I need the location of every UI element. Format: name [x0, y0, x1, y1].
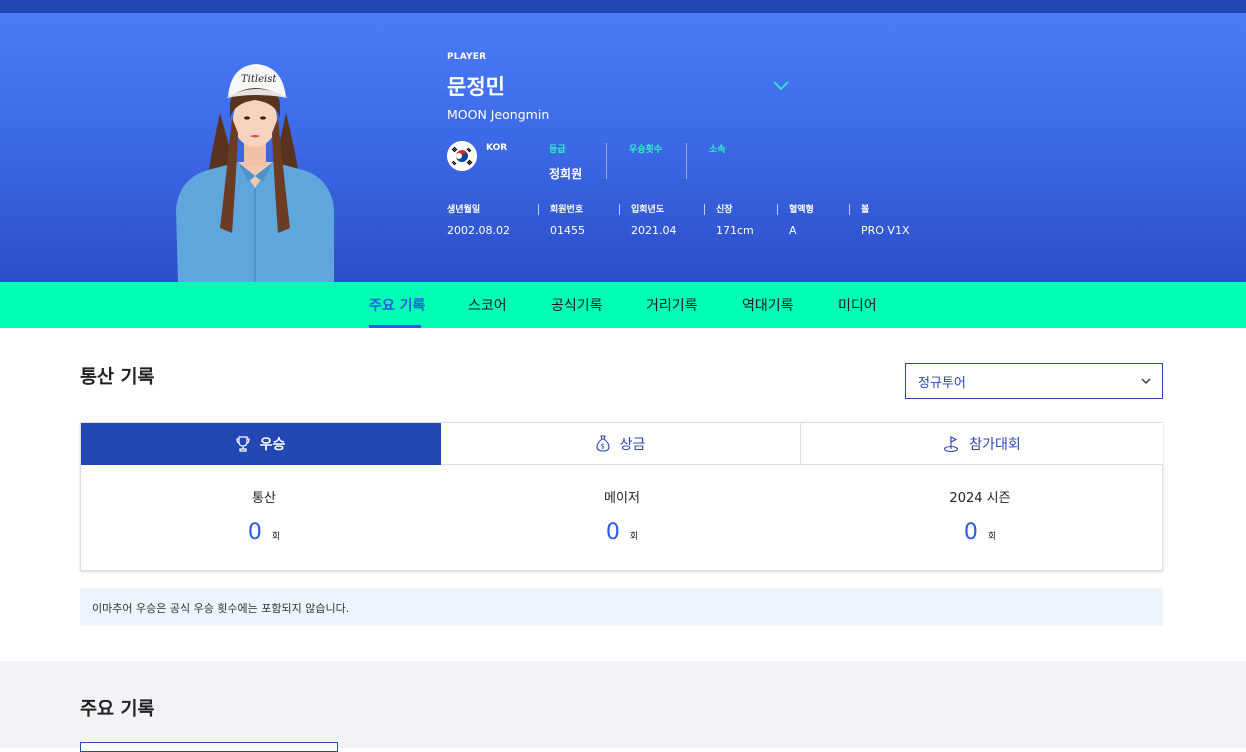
grade-label: 등급 [549, 145, 566, 155]
stat-label: 회원번호 [550, 205, 584, 215]
stat-value: A [789, 224, 797, 237]
divider [777, 204, 778, 215]
korea-flag-icon [447, 141, 477, 171]
trophy-icon [236, 435, 250, 452]
tour-select-value: 정규투어 [918, 376, 966, 391]
svg-text:$: $ [600, 443, 604, 451]
stat-label: 볼 [861, 205, 870, 215]
metric-label: 메이저 [604, 491, 640, 506]
grade-info: 등급 정회원 [549, 142, 583, 181]
chevron-down-icon[interactable] [771, 79, 791, 93]
main-records-section: 주요 기록 [0, 661, 1246, 748]
stat-value: 2021.04 [631, 224, 677, 237]
golf-flag-icon [944, 436, 959, 452]
stat-value: 01455 [550, 224, 585, 237]
stat-value: 171cm [716, 224, 754, 237]
player-hero: Titleist PLAYER 문정민 MOON Jeongmin KOR 등급… [0, 13, 1246, 282]
card-tab-label: 우승 [259, 436, 286, 453]
metric-unit: 회 [271, 532, 281, 542]
nation-code: KOR [486, 143, 508, 153]
card-tab-tournaments[interactable]: 참가대회 [801, 423, 1163, 465]
tab-official-records[interactable]: 공식기록 [551, 295, 603, 315]
active-tab-indicator [369, 325, 421, 328]
tab-main-records[interactable]: 주요 기록 [369, 295, 425, 315]
chevron-down-icon [1141, 378, 1151, 384]
metric-value: 0 [605, 520, 620, 545]
divider [538, 204, 539, 215]
affiliation-label: 소속 [709, 145, 726, 155]
metric-unit: 회 [987, 532, 997, 542]
tab-media[interactable]: 미디어 [838, 295, 877, 315]
metric-total: 통산 0회 [84, 487, 444, 545]
card-tab-wins[interactable]: 우승 [81, 423, 441, 465]
tab-distance-records[interactable]: 거리기록 [646, 295, 698, 315]
wins-label: 우승횟수 [629, 145, 663, 155]
metric-value: 0 [963, 520, 978, 545]
grade-value: 정회원 [549, 167, 583, 181]
player-photo: Titleist [176, 64, 334, 282]
stat-label: 생년월일 [447, 205, 481, 215]
tab-score[interactable]: 스코어 [468, 295, 507, 315]
card-tab-prize[interactable]: $ 상금 [441, 423, 801, 465]
divider [619, 204, 620, 215]
tour-select[interactable]: 정규투어 [905, 363, 1163, 399]
main-records-select[interactable] [80, 742, 338, 752]
wins-info: 우승횟수 [629, 142, 662, 180]
record-tabs: 주요 기록 스코어 공식기록 거리기록 역대기록 미디어 [0, 282, 1246, 328]
career-section-title: 통산 기록 [80, 367, 155, 388]
player-name: 문정민 [447, 75, 505, 99]
divider [849, 204, 850, 215]
career-card: 우승 $ 상금 참가대회 통산 0회 메이저 0회 2024 시즌 0회 [80, 422, 1163, 571]
stat-label: 혈액형 [789, 205, 814, 215]
amateur-notice: 이마추어 우승은 공식 우승 횟수에는 포함되지 않습니다. [80, 588, 1163, 626]
divider [606, 143, 607, 179]
card-tab-label: 참가대회 [969, 436, 1021, 453]
money-bag-icon: $ [596, 435, 610, 452]
player-english-name: MOON Jeongmin [447, 107, 550, 122]
metric-major: 메이저 0회 [442, 487, 802, 545]
metric-value: 0 [247, 520, 262, 545]
divider [704, 204, 705, 215]
metric-label: 2024 시즌 [949, 491, 1011, 506]
tab-history-records[interactable]: 역대기록 [742, 295, 794, 315]
metric-season: 2024 시즌 0회 [800, 487, 1160, 545]
main-records-title: 주요 기록 [80, 699, 155, 720]
svg-text:Titleist: Titleist [241, 74, 277, 85]
top-bar [0, 0, 1246, 13]
stat-label: 신장 [716, 205, 733, 215]
stat-value: PRO V1X [861, 224, 910, 237]
stat-value: 2002.08.02 [447, 224, 510, 237]
card-tab-label: 상금 [619, 436, 646, 453]
player-label: PLAYER [447, 52, 487, 62]
affiliation-info: 소속 [709, 142, 726, 180]
metric-label: 통산 [252, 491, 276, 506]
metric-unit: 회 [629, 532, 639, 542]
stat-label: 입회년도 [631, 205, 665, 215]
divider [686, 143, 687, 179]
